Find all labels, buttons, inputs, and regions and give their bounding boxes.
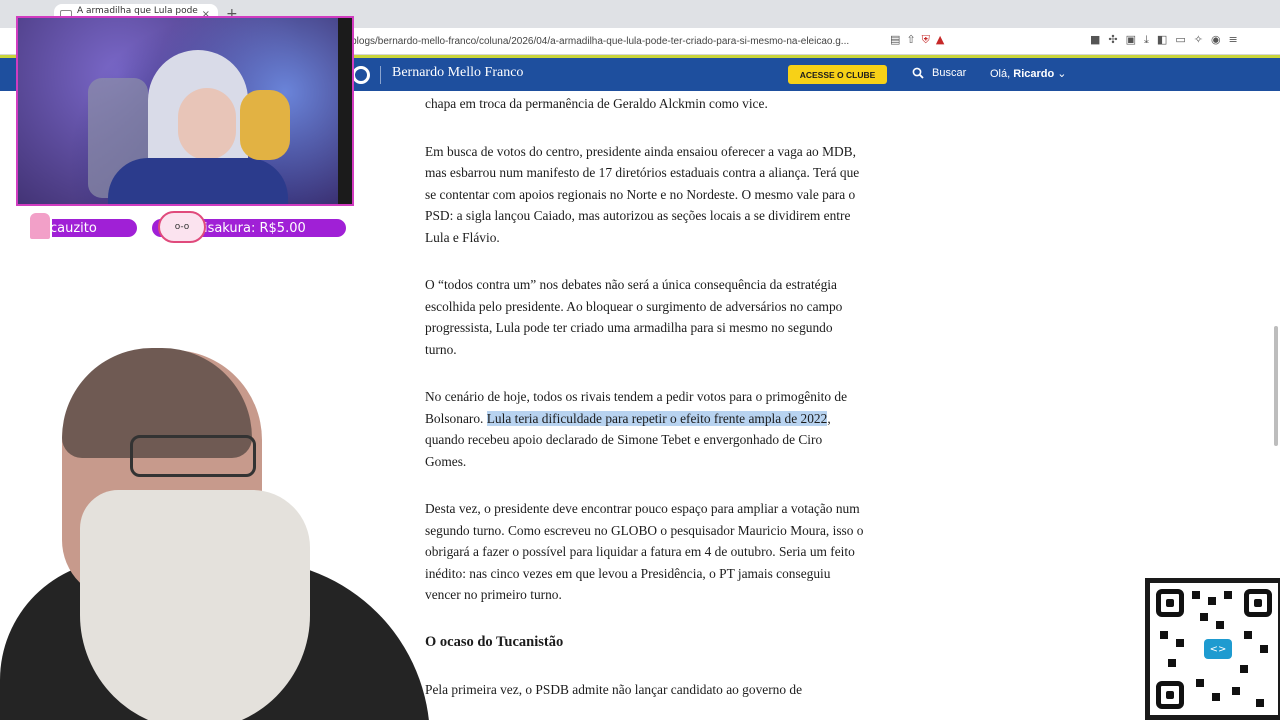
article-paragraph: Em busca de votos do centro, presidente … bbox=[425, 143, 860, 245]
qr-cell bbox=[1240, 665, 1248, 673]
cam-person-face bbox=[178, 88, 236, 160]
qr-finder bbox=[1244, 589, 1272, 617]
qr-logo-icon: <> bbox=[1204, 639, 1232, 659]
qr-cell bbox=[1196, 679, 1204, 687]
qr-cell bbox=[1216, 621, 1224, 629]
profile-icon[interactable]: ◉ bbox=[1211, 33, 1221, 47]
qr-cell bbox=[1200, 613, 1208, 621]
selected-text: Lula teria dificuldade para repetir o ef… bbox=[486, 410, 828, 426]
qr-cell bbox=[1260, 645, 1268, 653]
share-icon[interactable]: ⇧ bbox=[906, 33, 915, 47]
qr-finder bbox=[1156, 681, 1184, 709]
qr-cell bbox=[1160, 631, 1168, 639]
tab-groups-icon[interactable]: ▣ bbox=[1126, 33, 1136, 47]
qr-cell bbox=[1224, 591, 1232, 599]
cam-guest-glasses bbox=[130, 435, 256, 477]
qr-cell bbox=[1176, 639, 1184, 647]
settings-icon[interactable]: ✧ bbox=[1194, 33, 1203, 47]
greeting-prefix: Olá, bbox=[990, 68, 1011, 80]
qr-code: <> bbox=[1150, 583, 1278, 715]
user-name: Ricardo bbox=[1013, 68, 1055, 80]
search-icon bbox=[912, 67, 924, 79]
chevron-down-icon: ⌄ bbox=[1057, 68, 1067, 80]
article-paragraph: Pela primeira vez, o PSDB admite não lan… bbox=[425, 682, 803, 697]
warning-icon[interactable]: ▲ bbox=[936, 33, 944, 47]
puzzle-icon[interactable]: ✣ bbox=[1108, 33, 1117, 47]
wallet-icon[interactable]: ▭ bbox=[1175, 33, 1185, 47]
cam-plush bbox=[240, 90, 290, 160]
extension-shield-icon[interactable]: ⛨ bbox=[922, 33, 930, 47]
qr-cell bbox=[1208, 597, 1216, 605]
download-icon[interactable]: ⤓ bbox=[1144, 33, 1149, 47]
article-subheading: O ocaso do Tucanistão bbox=[425, 633, 564, 650]
cam-guest-beard bbox=[80, 490, 310, 720]
qr-cell bbox=[1192, 591, 1200, 599]
cam-person-body bbox=[108, 158, 288, 204]
article-paragraph: chapa em troca da permanência de Geraldo… bbox=[425, 96, 768, 111]
reader-icon[interactable]: ▤ bbox=[890, 33, 900, 47]
extension-icon[interactable]: ■ bbox=[1090, 33, 1100, 47]
badge-text: oisakura: R$5.00 bbox=[196, 220, 306, 236]
qr-cell bbox=[1244, 631, 1252, 639]
sidebar-icon[interactable]: ◧ bbox=[1157, 33, 1167, 47]
extension-icons: ■ ✣ ▣ ⤓ ◧ ▭ ✧ ◉ ≡ bbox=[1090, 33, 1238, 47]
qr-cell bbox=[1168, 659, 1176, 667]
article-paragraph: O “todos contra um” nos debates não será… bbox=[425, 277, 843, 357]
scrollbar[interactable] bbox=[1274, 326, 1278, 446]
webcam-streamer bbox=[16, 16, 354, 206]
user-menu[interactable]: Olá, Ricardo ⌄ bbox=[990, 67, 1067, 80]
article-paragraph: Desta vez, o presidente deve encontrar p… bbox=[425, 501, 864, 602]
badge-text: cauzito bbox=[50, 220, 97, 236]
qr-cell bbox=[1256, 699, 1264, 707]
qr-finder bbox=[1156, 589, 1184, 617]
qr-cell bbox=[1212, 693, 1220, 701]
club-button[interactable]: ACESSE O CLUBE bbox=[788, 65, 887, 84]
article-paragraph: No cenário de hoje, todos os rivais tend… bbox=[425, 386, 865, 472]
search-label: Buscar bbox=[932, 67, 967, 79]
menu-icon[interactable]: ≡ bbox=[1229, 33, 1238, 47]
mochi-face: o-o bbox=[174, 222, 190, 232]
cupcake-icon bbox=[28, 211, 52, 241]
cam-side-panel bbox=[338, 18, 352, 204]
search-button[interactable]: Buscar bbox=[912, 67, 966, 79]
columnist-name[interactable]: Bernardo Mello Franco bbox=[392, 65, 523, 81]
article-body: chapa em troca da permanência de Geraldo… bbox=[425, 93, 865, 701]
globo-logo-icon[interactable] bbox=[352, 66, 370, 84]
address-bar-icons: ▤ ⇧ ⛨ ▲ bbox=[890, 33, 944, 47]
mochi-icon: o-o bbox=[158, 211, 206, 243]
webcam-guest bbox=[0, 340, 430, 720]
header-divider bbox=[380, 66, 381, 84]
qr-cell bbox=[1232, 687, 1240, 695]
